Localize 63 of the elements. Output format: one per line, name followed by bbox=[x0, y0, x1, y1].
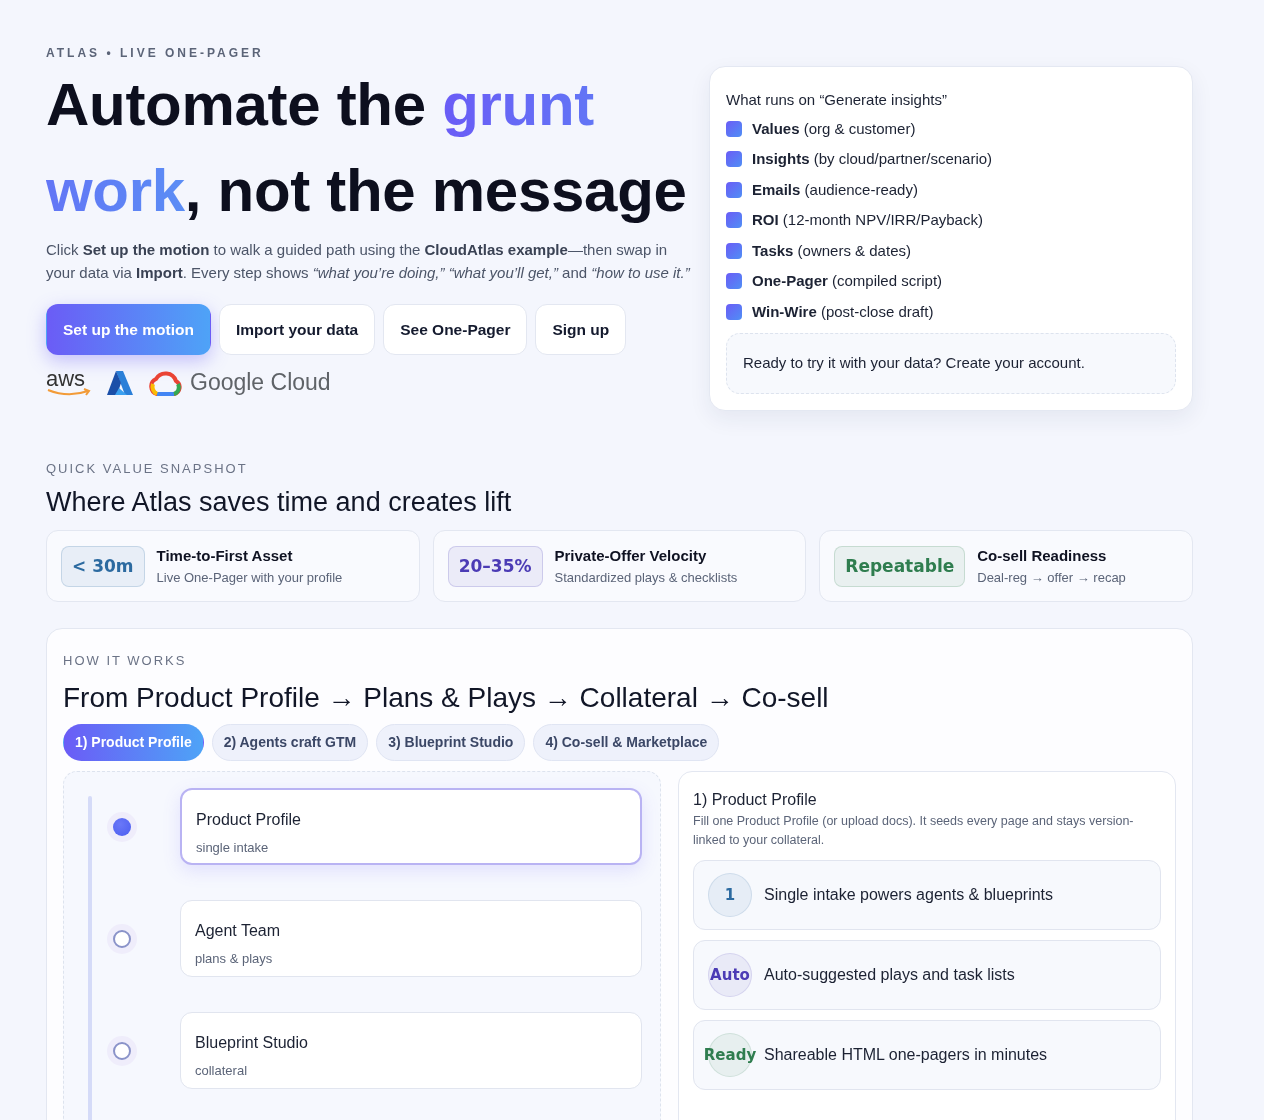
list-item-text: ROI (12-month NPV/IRR/Payback) bbox=[752, 210, 983, 230]
radio-dot[interactable] bbox=[113, 930, 131, 948]
secondary-button[interactable]: Sign up bbox=[535, 304, 627, 356]
list-item-text: Values (org & customer) bbox=[752, 118, 916, 139]
list-item-text: Win-Wire (post-close draft) bbox=[752, 301, 934, 322]
step-subtitle: plans & plays bbox=[195, 950, 274, 969]
stat-badge: < 30m bbox=[61, 545, 145, 588]
detail-title: 1) Product Profile bbox=[693, 790, 818, 811]
stat-badge: Repeatable bbox=[834, 545, 966, 588]
step-title: Agent Team bbox=[195, 921, 282, 942]
stat-title: Time-to-First Asset bbox=[156, 546, 294, 567]
square-bullet-icon bbox=[726, 303, 742, 320]
feature-badge: Auto bbox=[708, 953, 752, 998]
square-bullet-icon bbox=[726, 273, 742, 290]
logo-text: Google Cloud bbox=[190, 368, 331, 398]
list-item-text: Insights (by cloud/partner/scenario) bbox=[752, 149, 993, 169]
square-bullet-icon bbox=[726, 212, 742, 229]
eyebrow-text: ATLAS • LIVE ONE-PAGER bbox=[46, 45, 265, 62]
stat-title: Private-Offer Velocity bbox=[554, 546, 708, 567]
section-eyebrow: HOW IT WORKS bbox=[63, 652, 188, 671]
feature-badge: 1 bbox=[708, 873, 752, 918]
step-tab[interactable]: 1) Product Profile bbox=[63, 724, 204, 762]
stat-subtitle: Standardized plays & checklists bbox=[554, 568, 738, 587]
detail-description: Fill one Product Profile (or upload docs). It seeds every page and stays version-linked to your collateral. bbox=[693, 813, 1135, 850]
radio-dot[interactable] bbox=[113, 1042, 131, 1060]
step-card[interactable]: Blueprint Studio collateral bbox=[180, 1012, 642, 1090]
primary-button[interactable]: Set up the motion bbox=[46, 304, 211, 356]
step-subtitle: single intake bbox=[196, 839, 270, 858]
step-card[interactable]: Product Profile single intake bbox=[180, 788, 642, 866]
section-title: Where Atlas saves time and creates lift bbox=[46, 486, 513, 519]
section-title: From Product Profile → Plans & Plays → Collateral → Co-sell bbox=[63, 680, 830, 715]
letter-a-logo-icon bbox=[106, 369, 134, 396]
step-card[interactable]: Agent Team plans & plays bbox=[180, 900, 642, 978]
cloud-icon bbox=[148, 369, 182, 396]
list-item-text: One-Pager (compiled script) bbox=[752, 271, 943, 291]
step-title: Product Profile bbox=[196, 810, 302, 831]
square-bullet-icon bbox=[726, 120, 742, 137]
stat-title: Co-sell Readiness bbox=[977, 546, 1108, 567]
step-tab[interactable]: 4) Co-sell & Marketplace bbox=[533, 724, 720, 762]
list-item-text: Tasks (owners & dates) bbox=[752, 240, 911, 261]
square-bullet-icon bbox=[726, 242, 742, 259]
logo-text: aws bbox=[46, 369, 86, 388]
call-to-action-note: Ready to try it with your data? Create your account. bbox=[726, 333, 1176, 394]
stat-subtitle: Live One-Pager with your profile bbox=[156, 568, 343, 587]
step-subtitle: collateral bbox=[195, 1062, 249, 1081]
step-tab[interactable]: 2) Agents craft GTM bbox=[211, 724, 369, 762]
square-bullet-icon bbox=[726, 151, 742, 168]
step-tab[interactable]: 3) Blueprint Studio bbox=[376, 724, 526, 762]
stat-subtitle: Deal-reg → offer → recap bbox=[977, 568, 1126, 587]
smile-arrow-icon bbox=[46, 387, 92, 396]
card-title: What runs on “Generate insights” bbox=[726, 90, 948, 110]
square-bullet-icon bbox=[726, 181, 742, 198]
feature-text: Auto-suggested plays and task lists bbox=[764, 965, 1015, 986]
stat-badge: 20–35% bbox=[447, 545, 543, 588]
list-item-text: Emails (audience-ready) bbox=[752, 179, 918, 200]
step-title: Blueprint Studio bbox=[195, 1033, 309, 1054]
secondary-button[interactable]: Import your data bbox=[218, 304, 376, 356]
section-eyebrow: QUICK VALUE SNAPSHOT bbox=[46, 459, 249, 478]
secondary-button[interactable]: See One-Pager bbox=[383, 304, 528, 356]
radio-dot[interactable] bbox=[113, 818, 131, 836]
intro-paragraph: Click Set up the motion to walk a guided path using the CloudAtlas example—then swap in your data via Import. Every step shows “what you’re doing,” “what you’ll get,” and “how to use it.” bbox=[46, 240, 691, 283]
feature-text: Shareable HTML one-pagers in minutes bbox=[764, 1045, 1048, 1066]
feature-text: Single intake powers agents & blueprints bbox=[764, 885, 1054, 906]
